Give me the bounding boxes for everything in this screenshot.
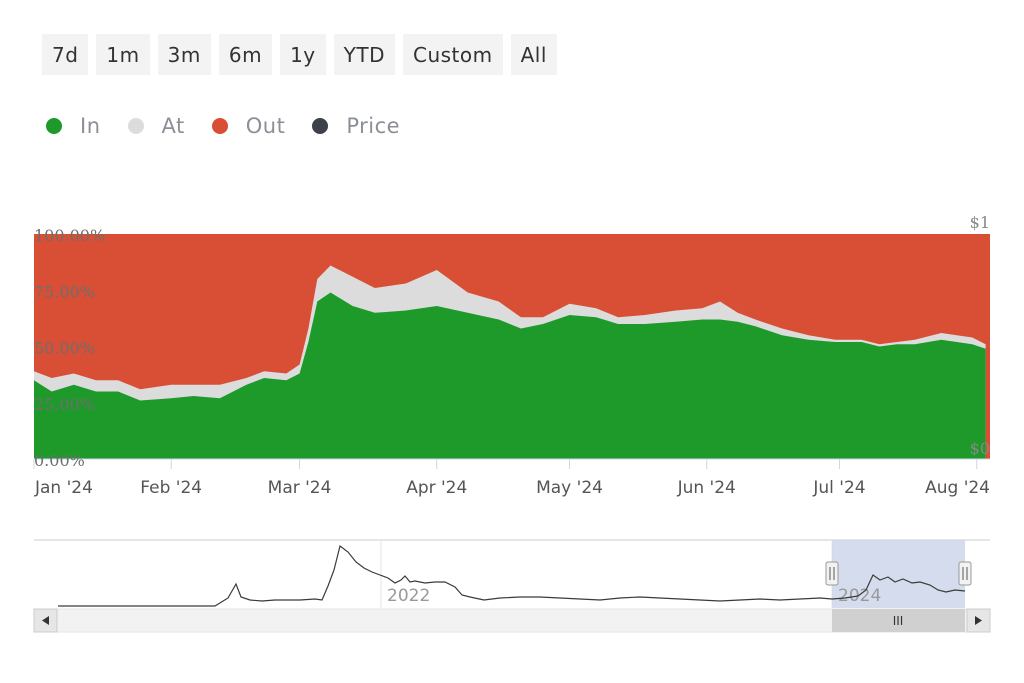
x-tick-label: Apr '24 — [406, 478, 467, 498]
scrollbar-grip-icon: III — [893, 614, 904, 628]
x-tick-label: May '24 — [536, 478, 603, 498]
y-right-tick-label: $0 — [970, 439, 990, 458]
x-tick-label: Aug '24 — [925, 478, 990, 498]
x-tick-label: Feb '24 — [140, 478, 202, 498]
navigator-handle[interactable] — [825, 561, 839, 586]
chart: Jan '24 Feb '24 Mar '24 Apr '24 May '24 Jun '… — [33, 213, 991, 633]
x-tick-label: Mar '24 — [268, 478, 332, 498]
y-tick-label: 75.00% — [34, 282, 95, 301]
y-right-tick-label: $1 — [970, 213, 990, 232]
x-tick-label: Jun '24 — [677, 478, 736, 498]
navigator-handle-body[interactable] — [958, 561, 972, 586]
navigator-handle-body[interactable] — [825, 561, 839, 586]
navigator: 2022 2024 III — [33, 539, 991, 633]
y-tick-label: 50.00% — [34, 339, 95, 358]
x-tick-label: Jan '24 — [34, 478, 93, 498]
x-tick-label: Jul '24 — [812, 478, 865, 498]
y-tick-label: 100.00% — [34, 226, 105, 245]
navigator-year-label: 2024 — [838, 586, 881, 606]
navigator-handle[interactable] — [958, 561, 972, 586]
y-tick-label: 25.00% — [34, 395, 95, 414]
navigator-year-label: 2022 — [387, 586, 430, 606]
y-tick-label: 0.00% — [34, 451, 85, 470]
